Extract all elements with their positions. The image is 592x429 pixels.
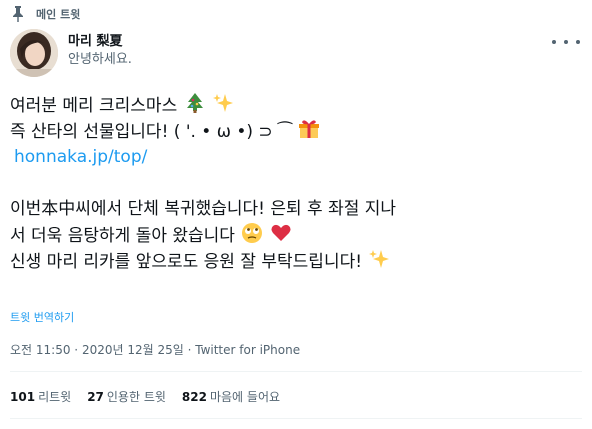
divider: [10, 418, 582, 419]
retweets-stat[interactable]: 101 리트윗: [10, 388, 71, 405]
tweet-line-text: 즉 산타의 선물입니다! ( '. • ω •) ⊃ ⁀: [10, 122, 292, 142]
rolling-eyes-face-icon: [242, 223, 263, 243]
tweet-line: 이번本中씨에서 단체 복귀했습니다! 은퇴 후 좌절 지나: [10, 196, 585, 222]
tweet-line: 서 더욱 음탕하게 돌아 왔습니다: [10, 222, 585, 248]
pinned-indicator: 메인 트윗: [10, 4, 80, 24]
retweets-count: 101: [10, 390, 36, 404]
quotes-count: 27: [87, 390, 104, 404]
quote-tweets-stat[interactable]: 27 인용한 트윗: [87, 388, 166, 405]
sparkles-icon: [369, 250, 390, 268]
tweet-meta: 오전 11:50 · 2020년 12월 25일 · Twitter for i…: [10, 341, 300, 358]
tweet-date[interactable]: 2020년 12월 25일: [82, 343, 184, 357]
avatar[interactable]: [10, 29, 58, 77]
tweet-line-text: 이번本中씨에서 단체 복귀했습니다! 은퇴 후 좌절 지나: [10, 199, 397, 219]
gift-icon: [299, 120, 320, 138]
display-name[interactable]: 마리 梨夏: [68, 33, 132, 51]
christmas-tree-icon: [186, 93, 203, 113]
tweet-line: honnaka.jp/top/: [10, 144, 585, 170]
author-block[interactable]: 마리 梨夏 안녕하세요.: [68, 33, 132, 69]
tweet-line-text: 신생 마리 리카를 앞으로도 응원 잘 부탁드립니다!: [10, 252, 363, 272]
retweets-label: 리트윗: [38, 390, 72, 404]
quotes-label: 인용한 트윗: [106, 390, 166, 404]
tweet-line: 여러분 메리 크리스마스: [10, 92, 585, 118]
tweet-line-text: 여러분 메리 크리스마스: [10, 96, 178, 116]
sparkles-icon: [213, 94, 234, 112]
handle[interactable]: 안녕하세요.: [68, 51, 132, 69]
tweet-line: 즉 산타의 선물입니다! ( '. • ω •) ⊃ ⁀: [10, 118, 585, 144]
meta-separator: ·: [183, 343, 196, 357]
tweet-time[interactable]: 오전 11:50: [10, 343, 70, 357]
more-options-icon[interactable]: [552, 36, 580, 48]
tweet-line: 신생 마리 리카를 앞으로도 응원 잘 부탁드립니다!: [10, 248, 585, 274]
likes-stat[interactable]: 822 마음에 들어요: [182, 388, 280, 405]
tweet-stats: 101 리트윗 27 인용한 트윗 822 마음에 들어요: [10, 388, 280, 405]
tweet-line-text: 서 더욱 음탕하게 돌아 왔습니다: [10, 226, 235, 246]
meta-separator: ·: [70, 343, 82, 357]
tweet-text: 여러분 메리 크리스마스 즉 산타의 선물입니다! ( '. • ω •) ⊃ …: [10, 92, 585, 274]
tweet-link[interactable]: honnaka.jp/top/: [14, 147, 147, 167]
likes-count: 822: [181, 390, 207, 404]
tweet-source[interactable]: Twitter for iPhone: [195, 343, 300, 357]
avatar-photo-icon: [10, 29, 58, 77]
red-heart-icon: [271, 224, 291, 241]
pin-icon: [13, 6, 23, 22]
translate-tweet-button[interactable]: 트윗 번역하기: [10, 309, 74, 325]
divider: [10, 371, 582, 372]
pinned-label: 메인 트윗: [36, 8, 81, 21]
likes-label: 마음에 들어요: [209, 390, 281, 404]
